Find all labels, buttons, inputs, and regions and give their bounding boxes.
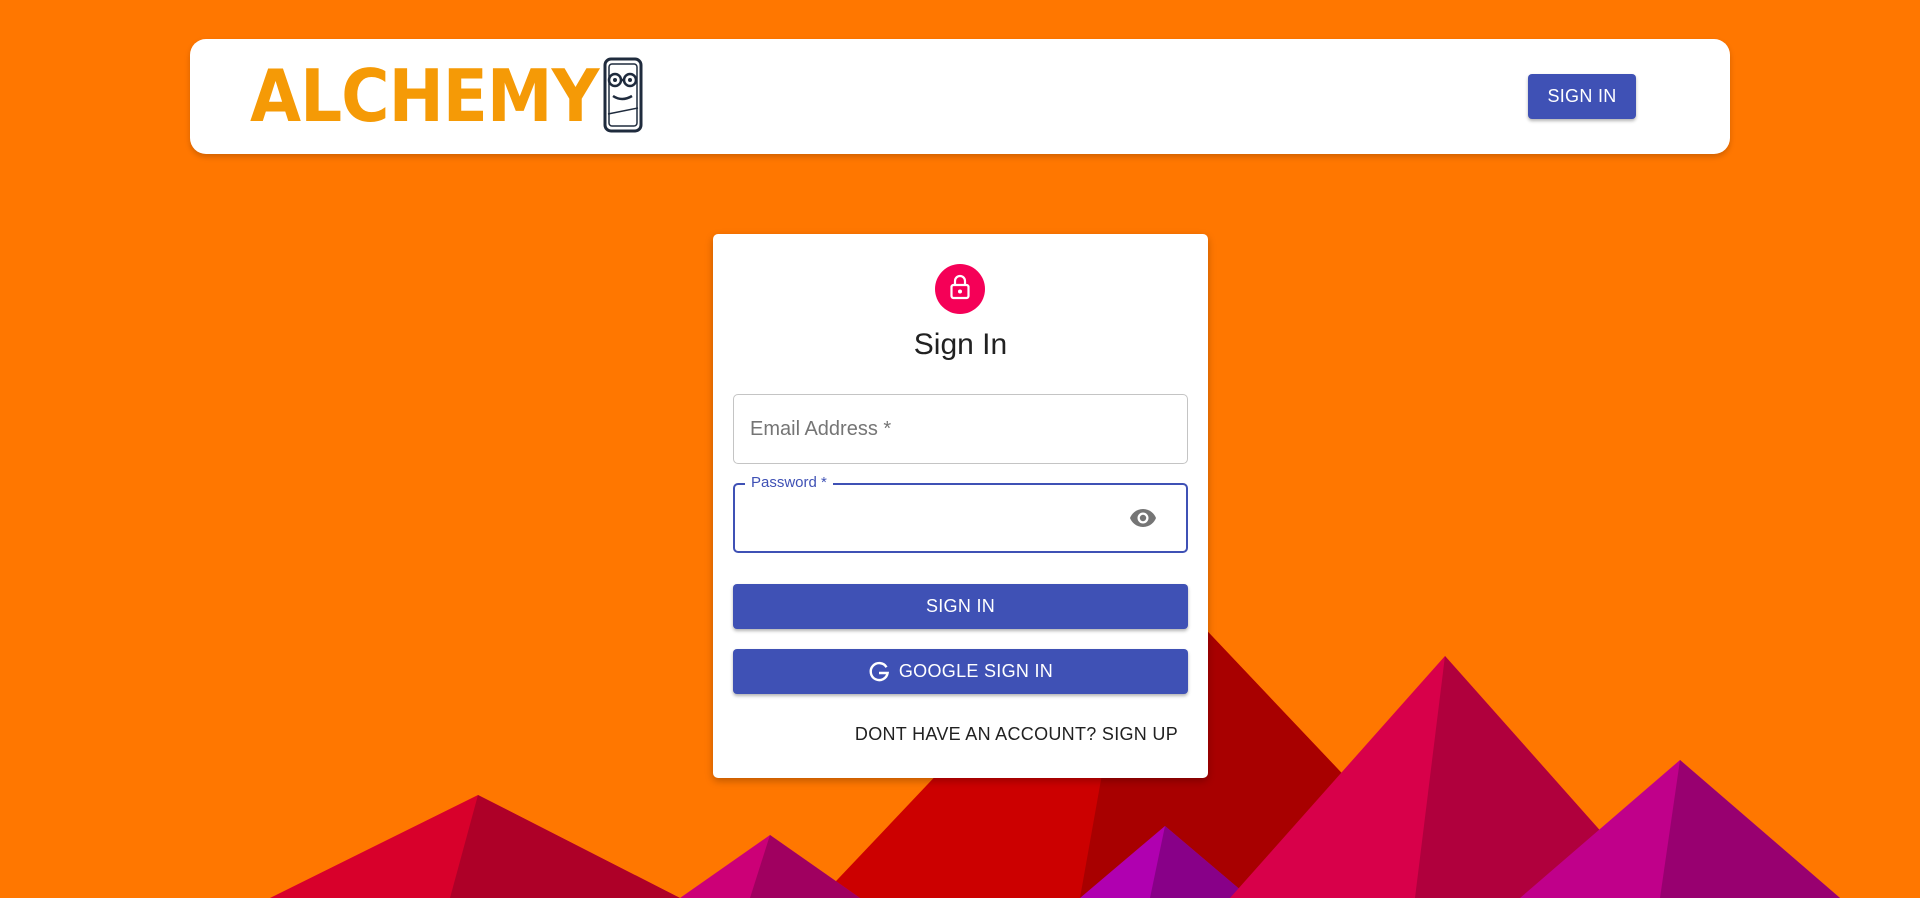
password-input[interactable]	[735, 485, 1115, 551]
google-icon	[868, 661, 890, 683]
lock-icon	[948, 274, 972, 305]
brand-logo[interactable]: ALCHEMY	[250, 54, 646, 139]
signin-title: Sign In	[913, 328, 1008, 361]
email-input[interactable]	[734, 395, 1187, 463]
password-field: Password *	[733, 474, 1188, 553]
signin-button[interactable]: SIGN IN	[733, 584, 1188, 629]
header-signin-button[interactable]: SIGN IN	[1528, 74, 1636, 119]
top-app-bar: ALCHEMY SIGN IN	[190, 39, 1730, 154]
signin-card: Sign In Password * SIGN IN GOOGLE SIGN I…	[713, 234, 1208, 778]
lock-avatar	[935, 264, 985, 314]
email-field	[733, 394, 1188, 464]
signup-link[interactable]: DONT HAVE AN ACCOUNT? SIGN UP	[855, 724, 1178, 745]
google-signin-button[interactable]: GOOGLE SIGN IN	[733, 649, 1188, 694]
logo-text: ALCHEMY	[250, 54, 599, 139]
eye-icon[interactable]	[1128, 505, 1158, 531]
phone-mascot-icon	[600, 56, 646, 139]
google-signin-label: GOOGLE SIGN IN	[898, 661, 1054, 681]
